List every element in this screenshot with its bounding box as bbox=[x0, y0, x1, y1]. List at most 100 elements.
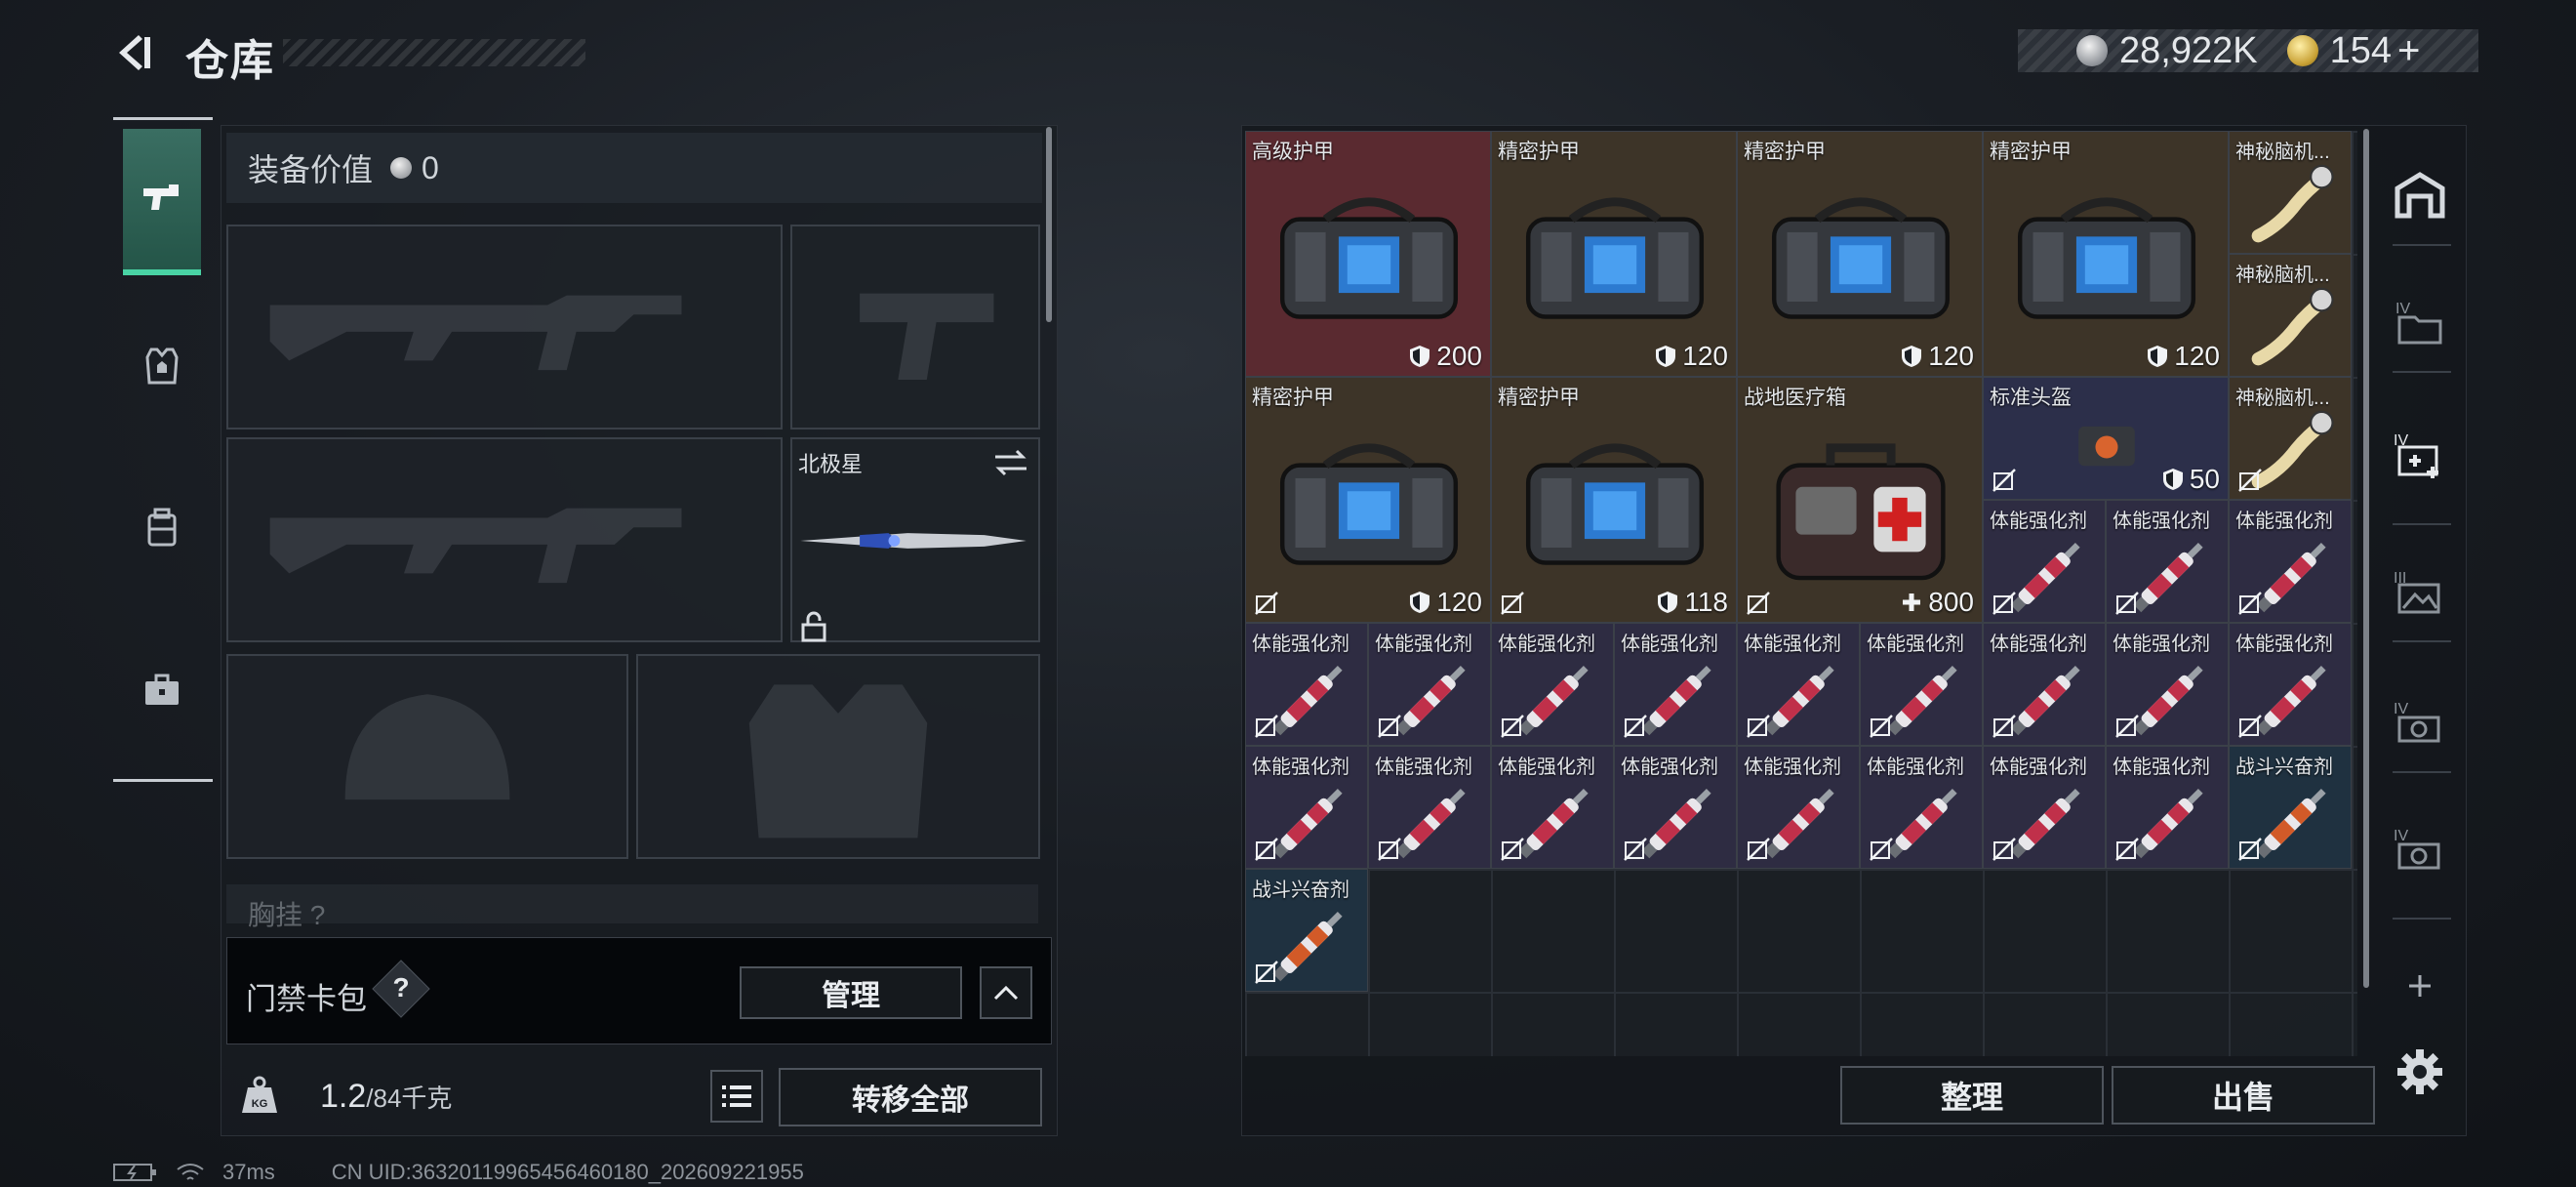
rail-divider bbox=[2393, 640, 2451, 642]
storage-item[interactable]: 体能强化剂 bbox=[1245, 623, 1368, 746]
storage-item[interactable]: 体能强化剂 bbox=[2106, 623, 2229, 746]
shield-icon bbox=[2148, 346, 2168, 367]
storage-item[interactable]: 神秘脑机... bbox=[2229, 377, 2352, 500]
storage-item[interactable]: 标准头盔 50 bbox=[1983, 377, 2229, 500]
briefcase-icon bbox=[145, 674, 179, 705]
storage-item[interactable]: 体能强化剂 bbox=[1983, 746, 2106, 869]
silver-currency-value: 28,922K bbox=[2119, 29, 2258, 71]
equipment-value-label: 装备价值 bbox=[248, 152, 374, 187]
silver-coin-icon bbox=[390, 157, 413, 179]
weight-icon: KG bbox=[242, 1076, 277, 1113]
svg-text:IV: IV bbox=[2394, 828, 2408, 844]
item-name: 体能强化剂 bbox=[1867, 757, 1964, 778]
weight-current: 1.2 bbox=[320, 1078, 367, 1115]
storage-item[interactable]: 体能强化剂 bbox=[2106, 500, 2229, 623]
tab-armor[interactable] bbox=[123, 293, 201, 439]
tab-weapons[interactable] bbox=[123, 129, 201, 275]
storage-tab-4b[interactable]: IV bbox=[2381, 683, 2459, 761]
item-durability: 120 bbox=[1409, 587, 1482, 618]
storage-item[interactable]: 战地医疗箱 800 bbox=[1737, 377, 1983, 623]
storage-item[interactable]: 神秘脑机... bbox=[2229, 254, 2352, 377]
storage-item[interactable]: 战斗兴奋剂 bbox=[2229, 746, 2352, 869]
no-insure-icon bbox=[1992, 469, 2016, 492]
storage-item[interactable]: 体能强化剂 bbox=[1491, 623, 1614, 746]
storage-item[interactable]: 战斗兴奋剂 bbox=[1245, 869, 1368, 992]
storage-item[interactable]: 精密护甲 120 bbox=[1491, 131, 1737, 377]
storage-item[interactable]: 体能强化剂 bbox=[1614, 746, 1737, 869]
storage-tab-main[interactable] bbox=[2381, 156, 2459, 234]
tab-backpack[interactable] bbox=[123, 455, 201, 601]
collapse-button[interactable] bbox=[980, 966, 1032, 1019]
storage-item[interactable]: 神秘脑机... bbox=[2229, 131, 2352, 254]
storage-tab-3[interactable]: III bbox=[2381, 553, 2459, 631]
storage-item[interactable]: 体能强化剂 bbox=[2229, 623, 2352, 746]
item-name: 体能强化剂 bbox=[1252, 757, 1349, 778]
storage-tab-medical[interactable]: IV bbox=[2381, 415, 2459, 493]
storage-item[interactable]: 体能强化剂 bbox=[1860, 746, 1983, 869]
item-name: 体能强化剂 bbox=[1990, 511, 2087, 532]
tab-case[interactable] bbox=[123, 617, 201, 763]
storage-item[interactable]: 体能强化剂 bbox=[1245, 746, 1368, 869]
storage-item[interactable]: 体能强化剂 bbox=[1983, 623, 2106, 746]
back-arrow-icon[interactable] bbox=[109, 29, 156, 76]
list-view-button[interactable] bbox=[710, 1070, 763, 1123]
rail-divider bbox=[2393, 523, 2451, 525]
no-insure-icon bbox=[2115, 838, 2139, 861]
storage-tab-4c[interactable]: IV bbox=[2381, 810, 2459, 888]
storage-item[interactable]: 体能强化剂 bbox=[1983, 500, 2106, 623]
no-insure-icon bbox=[1501, 715, 1524, 738]
item-durability: 50 bbox=[2162, 464, 2220, 495]
storage-item[interactable]: 精密护甲 120 bbox=[1737, 131, 1983, 377]
armor-bag-icon bbox=[1525, 197, 1705, 319]
item-name: 体能强化剂 bbox=[1990, 634, 2087, 655]
item-name: 体能强化剂 bbox=[1498, 757, 1595, 778]
sort-button[interactable]: 整理 bbox=[1840, 1066, 2104, 1125]
armor-slot[interactable] bbox=[636, 654, 1040, 859]
storage-item[interactable]: 体能强化剂 bbox=[1737, 623, 1860, 746]
folder-icon: IV bbox=[2395, 301, 2442, 345]
chest-rig-row[interactable] bbox=[226, 884, 1038, 923]
storage-item[interactable]: 体能强化剂 bbox=[1614, 623, 1737, 746]
transfer-all-button[interactable]: 转移全部 bbox=[779, 1068, 1042, 1126]
storage-item[interactable]: 精密护甲 118 bbox=[1491, 377, 1737, 623]
item-name: 精密护甲 bbox=[1498, 141, 1580, 163]
armor-bag-icon bbox=[1525, 443, 1705, 565]
primary-weapon-slot[interactable] bbox=[226, 225, 783, 430]
medkit-icon bbox=[1776, 443, 1946, 581]
secondary-weapon-slot[interactable] bbox=[226, 437, 783, 642]
user-id: CN UID:3632011996545646018​0_20260922195… bbox=[331, 1160, 804, 1184]
storage-tab-4[interactable]: IV bbox=[2381, 283, 2459, 361]
equipment-scrollbar[interactable] bbox=[1046, 127, 1052, 322]
manage-button[interactable]: 管理 bbox=[740, 966, 962, 1019]
add-currency-button[interactable]: + bbox=[2397, 29, 2420, 73]
sell-button[interactable]: 出售 bbox=[2112, 1066, 2375, 1125]
item-durability: 118 bbox=[1657, 587, 1728, 618]
storage-item[interactable]: 体能强化剂 bbox=[2229, 500, 2352, 623]
no-insure-icon bbox=[2238, 838, 2262, 861]
status-bar: 37ms CN UID:3632011996545646018​0_202609… bbox=[113, 1160, 804, 1185]
storage-item[interactable]: 精密护甲 120 bbox=[1245, 377, 1491, 623]
item-durability: 200 bbox=[1409, 341, 1482, 372]
chest-rig-label: 胸挂 ? bbox=[248, 900, 326, 930]
storage-item[interactable]: 高级护甲 200 bbox=[1245, 131, 1491, 377]
carry-weight: 1.2/84千克 bbox=[320, 1078, 452, 1116]
helmet-slot[interactable] bbox=[226, 654, 628, 859]
storage-scrollbar[interactable] bbox=[2363, 129, 2369, 988]
add-storage-button[interactable] bbox=[2381, 947, 2459, 1025]
sidearm-slot[interactable] bbox=[790, 225, 1040, 430]
storage-item[interactable]: 体能强化剂 bbox=[1491, 746, 1614, 869]
storage-item[interactable]: 体能强化剂 bbox=[2106, 746, 2229, 869]
storage-item[interactable]: 体能强化剂 bbox=[1737, 746, 1860, 869]
vest-silhouette-icon bbox=[748, 684, 928, 839]
storage-item[interactable]: 精密护甲 120 bbox=[1983, 131, 2229, 377]
item-name: 体能强化剂 bbox=[2113, 511, 2210, 532]
shield-icon bbox=[1410, 592, 1430, 613]
storage-item[interactable]: 体能强化剂 bbox=[1860, 623, 1983, 746]
settings-button[interactable] bbox=[2381, 1033, 2459, 1111]
pistol-silhouette-icon bbox=[860, 293, 994, 380]
item-name: 体能强化剂 bbox=[2113, 757, 2210, 778]
swap-icon[interactable] bbox=[991, 447, 1030, 478]
storage-item[interactable]: 体能强化剂 bbox=[1368, 746, 1491, 869]
plus-icon bbox=[1903, 594, 1921, 611]
storage-item[interactable]: 体能强化剂 bbox=[1368, 623, 1491, 746]
